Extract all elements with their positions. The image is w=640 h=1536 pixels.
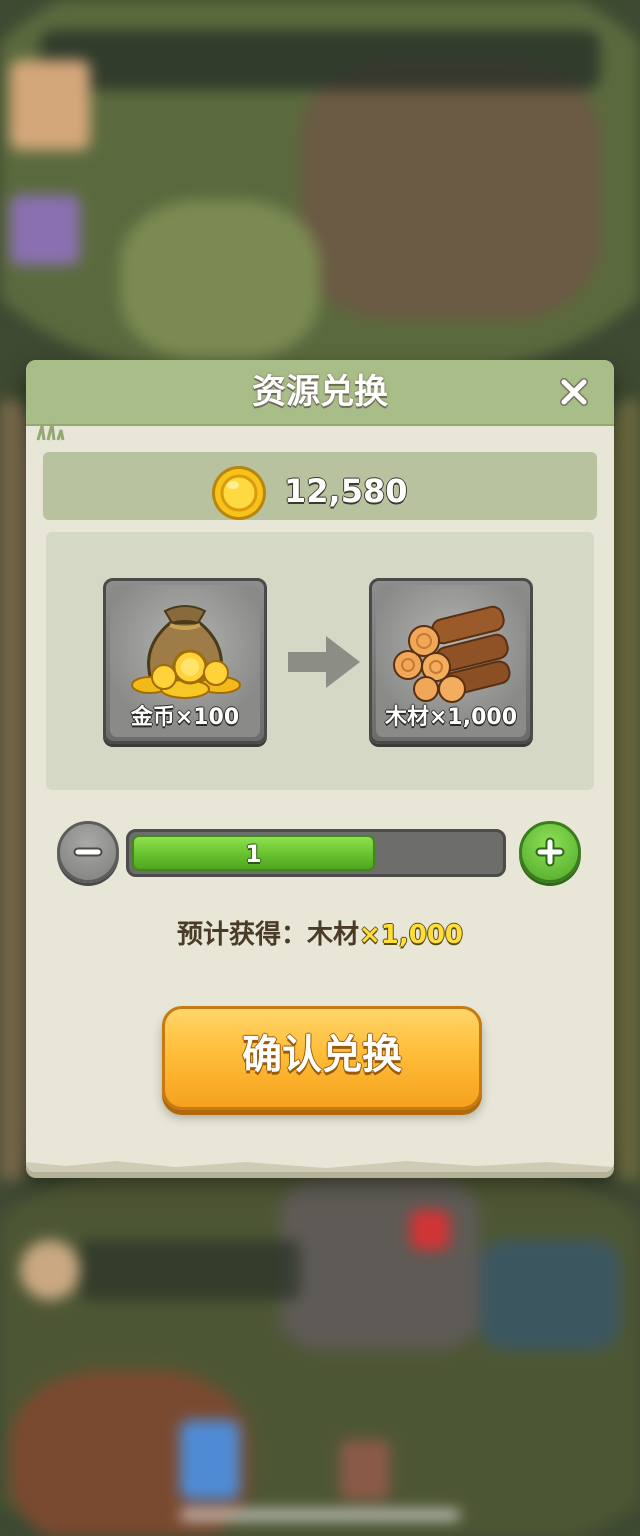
reward-item-label: 木材×1,000 [384,705,518,730]
grass-decoration-icon [36,423,65,441]
decrease-quantity-button[interactable] [57,821,119,883]
coin-bag-icon [131,605,241,699]
dialog-title: 资源兑换 [252,372,388,412]
minus-icon [73,847,103,857]
close-button[interactable] [552,370,596,414]
confirm-exchange-label: 确认兑换 [242,1032,402,1078]
wood-logs-icon [393,605,511,703]
cost-item-card[interactable]: 金币×100 [103,578,267,744]
quantity-slider-fill[interactable]: 1 [132,835,375,871]
expected-reward-prefix: 预计获得：木材 [176,920,359,950]
dialog-header: 资源兑换 [26,360,614,426]
coin-balance: 12,580 [284,472,408,510]
cost-item-label: 金币×100 [130,705,240,730]
quantity-value: 1 [245,840,262,868]
confirm-exchange-button[interactable]: 确认兑换 [162,1006,482,1110]
plus-icon [535,837,565,867]
expected-reward-amount: ×1,000 [358,920,464,950]
resource-exchange-dialog: 资源兑换 12,580 金币×100 木材×1,000 1 预计获得：木材×1,… [26,360,614,1172]
torn-edge-decoration [26,1161,614,1172]
arrow-right-icon [288,636,360,688]
expected-reward-text: 预计获得：木材×1,000 [26,914,614,951]
increase-quantity-button[interactable] [519,821,581,883]
quantity-slider[interactable]: 1 [126,829,506,877]
gold-coin-icon [212,466,266,520]
reward-item-card[interactable]: 木材×1,000 [369,578,533,744]
close-icon [560,378,588,406]
